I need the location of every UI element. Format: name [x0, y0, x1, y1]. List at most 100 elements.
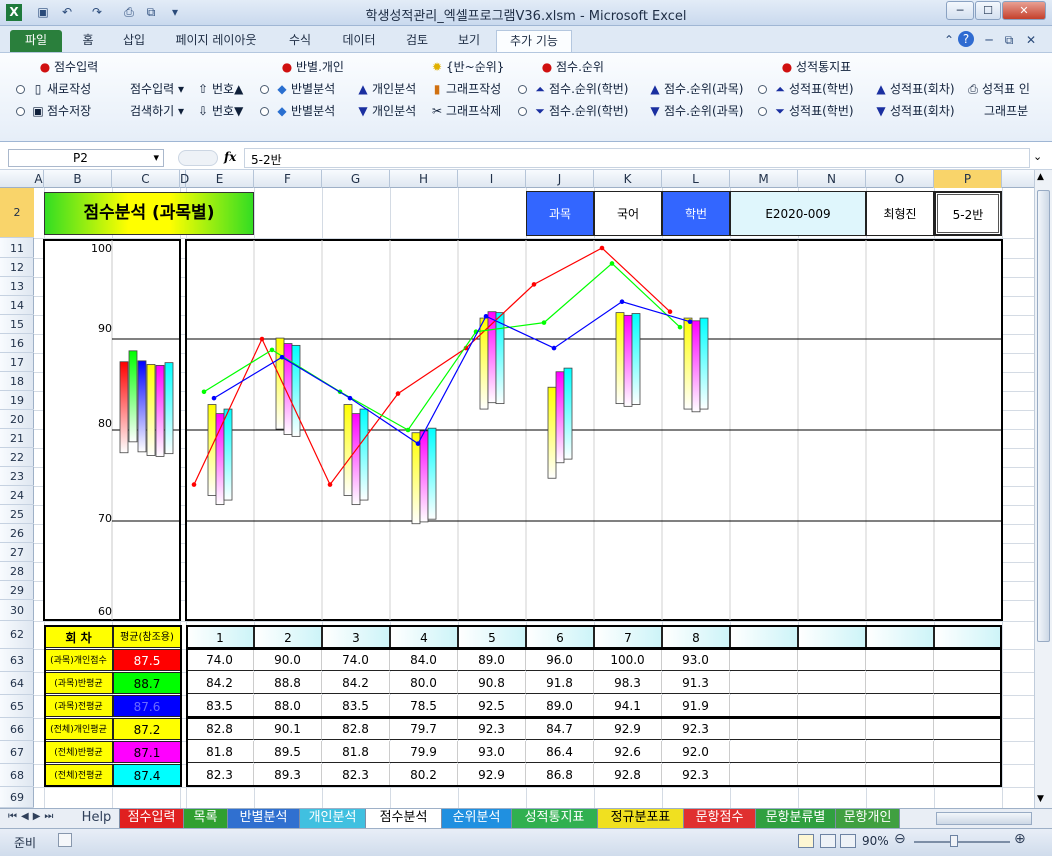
- row-header[interactable]: 19: [0, 391, 34, 410]
- column-header[interactable]: A: [34, 170, 44, 188]
- number-up-button[interactable]: ⇧ 번호▲: [196, 80, 243, 98]
- column-header[interactable]: K: [594, 170, 662, 188]
- row-header[interactable]: 26: [0, 524, 34, 543]
- column-header[interactable]: J: [526, 170, 594, 188]
- tab-review[interactable]: 검토: [396, 30, 438, 52]
- tab-formulas[interactable]: 수식: [278, 30, 322, 52]
- horizontal-scrollbar[interactable]: [936, 812, 1032, 825]
- normal-view-icon[interactable]: [798, 834, 814, 848]
- student-id-value[interactable]: E2020-009: [730, 191, 866, 236]
- group-score-input[interactable]: ● 점수입력: [38, 58, 98, 76]
- personal-analysis-button-1[interactable]: ▲ 개인분석: [356, 80, 416, 98]
- score-input-dropdown[interactable]: 점수입력 ▾: [130, 80, 184, 98]
- tab-addins[interactable]: 추가 기능: [496, 30, 572, 52]
- column-header[interactable]: I: [458, 170, 526, 188]
- row-header[interactable]: 63: [0, 649, 34, 672]
- scroll-thumb[interactable]: [1037, 190, 1050, 642]
- tab-page-layout[interactable]: 페이지 레이아웃: [164, 30, 268, 52]
- class-analysis-button-2[interactable]: ◆ 반별분석: [260, 102, 335, 120]
- new-button[interactable]: ▯ 새로작성: [16, 80, 91, 98]
- scroll-down-icon[interactable]: ▼: [1037, 794, 1044, 804]
- help-icon[interactable]: ?: [958, 31, 974, 47]
- tab-view[interactable]: 보기: [448, 30, 490, 52]
- column-header[interactable]: C: [112, 170, 180, 188]
- tab-insert[interactable]: 삽입: [112, 30, 156, 52]
- row-header[interactable]: 30: [0, 600, 34, 621]
- macro-record-icon[interactable]: [58, 833, 72, 847]
- rank-by-number-button-1[interactable]: ⏶ 점수.순위(학번): [518, 80, 628, 98]
- save-score-button[interactable]: ▣ 점수저장: [16, 102, 91, 120]
- row-header[interactable]: 15: [0, 315, 34, 334]
- sheet-tab[interactable]: 순위분석: [442, 809, 512, 828]
- column-header[interactable]: P: [934, 170, 1002, 188]
- sheet-tab[interactable]: 문항개인: [836, 809, 900, 828]
- sheet-tab[interactable]: 문항분류별: [756, 809, 836, 828]
- subject-value[interactable]: 국어: [594, 191, 662, 236]
- expand-formula-icon[interactable]: ⌄: [1033, 150, 1042, 163]
- page-layout-view-icon[interactable]: [820, 834, 836, 848]
- close-workbook-icon[interactable]: ✕: [1022, 32, 1040, 49]
- class-value[interactable]: 5-2반: [934, 191, 1002, 236]
- sheet-tab[interactable]: 정규분포표: [598, 809, 684, 828]
- row-header[interactable]: 29: [0, 581, 34, 600]
- student-name[interactable]: 최형진: [866, 191, 934, 236]
- rank-by-number-button-2[interactable]: ⏷ 점수.순위(학번): [518, 102, 628, 120]
- row-header[interactable]: 12: [0, 258, 34, 277]
- close-button[interactable]: ✕: [1002, 1, 1046, 20]
- sheet-tab[interactable]: 개인분석: [300, 809, 366, 828]
- row-header[interactable]: 2: [0, 188, 34, 238]
- row-header[interactable]: 16: [0, 334, 34, 353]
- graph-delete-button[interactable]: ✂ 그래프삭제: [430, 102, 501, 120]
- window-restore-icon[interactable]: ⧉: [1000, 32, 1018, 49]
- sheet-tab[interactable]: 문항점수: [684, 809, 756, 828]
- zoom-slider-thumb[interactable]: [950, 835, 958, 847]
- report-by-round-button-1[interactable]: ▲ 성적표(회차): [874, 80, 954, 98]
- rank-by-subject-button-1[interactable]: ▲ 점수.순위(과목): [648, 80, 743, 98]
- row-header[interactable]: 11: [0, 239, 34, 258]
- search-dropdown[interactable]: 검색하기 ▾: [130, 102, 184, 120]
- name-box[interactable]: P2 ▾: [8, 149, 164, 167]
- page-break-view-icon[interactable]: [840, 834, 856, 848]
- fx-icon[interactable]: fx: [224, 150, 236, 164]
- ribbon-collapse-icon[interactable]: ⌃: [940, 32, 958, 49]
- row-header[interactable]: 67: [0, 741, 34, 764]
- group-class-rank[interactable]: ✹ {반~순위}: [430, 58, 504, 76]
- row-header[interactable]: 21: [0, 429, 34, 448]
- graph-analysis-button[interactable]: 그래프분: [984, 102, 1028, 120]
- row-header[interactable]: 25: [0, 505, 34, 524]
- row-header[interactable]: 66: [0, 718, 34, 741]
- column-header[interactable]: F: [254, 170, 322, 188]
- zoom-out-icon[interactable]: ⊖: [894, 831, 906, 847]
- maximize-button[interactable]: ☐: [975, 1, 1001, 20]
- column-header[interactable]: M: [730, 170, 798, 188]
- column-header[interactable]: H: [390, 170, 458, 188]
- row-header[interactable]: 27: [0, 543, 34, 562]
- group-class-personal[interactable]: ● 반별.개인: [280, 58, 344, 76]
- sheet-nav-icon[interactable]: ⏮◀▶⏭: [8, 811, 57, 822]
- group-report-card[interactable]: ● 성적통지표: [780, 58, 851, 76]
- group-score-rank[interactable]: ● 점수.순위: [540, 58, 604, 76]
- column-header[interactable]: G: [322, 170, 390, 188]
- row-header[interactable]: 62: [0, 621, 34, 649]
- row-header[interactable]: 68: [0, 764, 34, 787]
- row-header[interactable]: 69: [0, 787, 34, 808]
- row-header[interactable]: 20: [0, 410, 34, 429]
- row-header[interactable]: 24: [0, 486, 34, 505]
- row-header[interactable]: 28: [0, 562, 34, 581]
- report-by-round-button-2[interactable]: ▼ 성적표(회차): [874, 102, 954, 120]
- tab-data[interactable]: 데이터: [334, 30, 384, 52]
- report-by-number-button-1[interactable]: ⏶ 성적표(학번): [758, 80, 854, 98]
- formula-input[interactable]: 5-2반: [244, 148, 1030, 168]
- zoom-slider[interactable]: [914, 841, 1010, 843]
- column-header[interactable]: N: [798, 170, 866, 188]
- column-header[interactable]: O: [866, 170, 934, 188]
- sheet-tab[interactable]: 성적통지표: [512, 809, 598, 828]
- row-header[interactable]: 18: [0, 372, 34, 391]
- personal-analysis-button-2[interactable]: ▼ 개인분석: [356, 102, 416, 120]
- zoom-in-icon[interactable]: ⊕: [1014, 831, 1026, 847]
- sheet-tab[interactable]: Help: [74, 809, 120, 828]
- row-header[interactable]: 13: [0, 277, 34, 296]
- sheet-tab[interactable]: 반별분석: [228, 809, 300, 828]
- column-header[interactable]: B: [44, 170, 112, 188]
- scroll-up-icon[interactable]: ▲: [1037, 172, 1044, 182]
